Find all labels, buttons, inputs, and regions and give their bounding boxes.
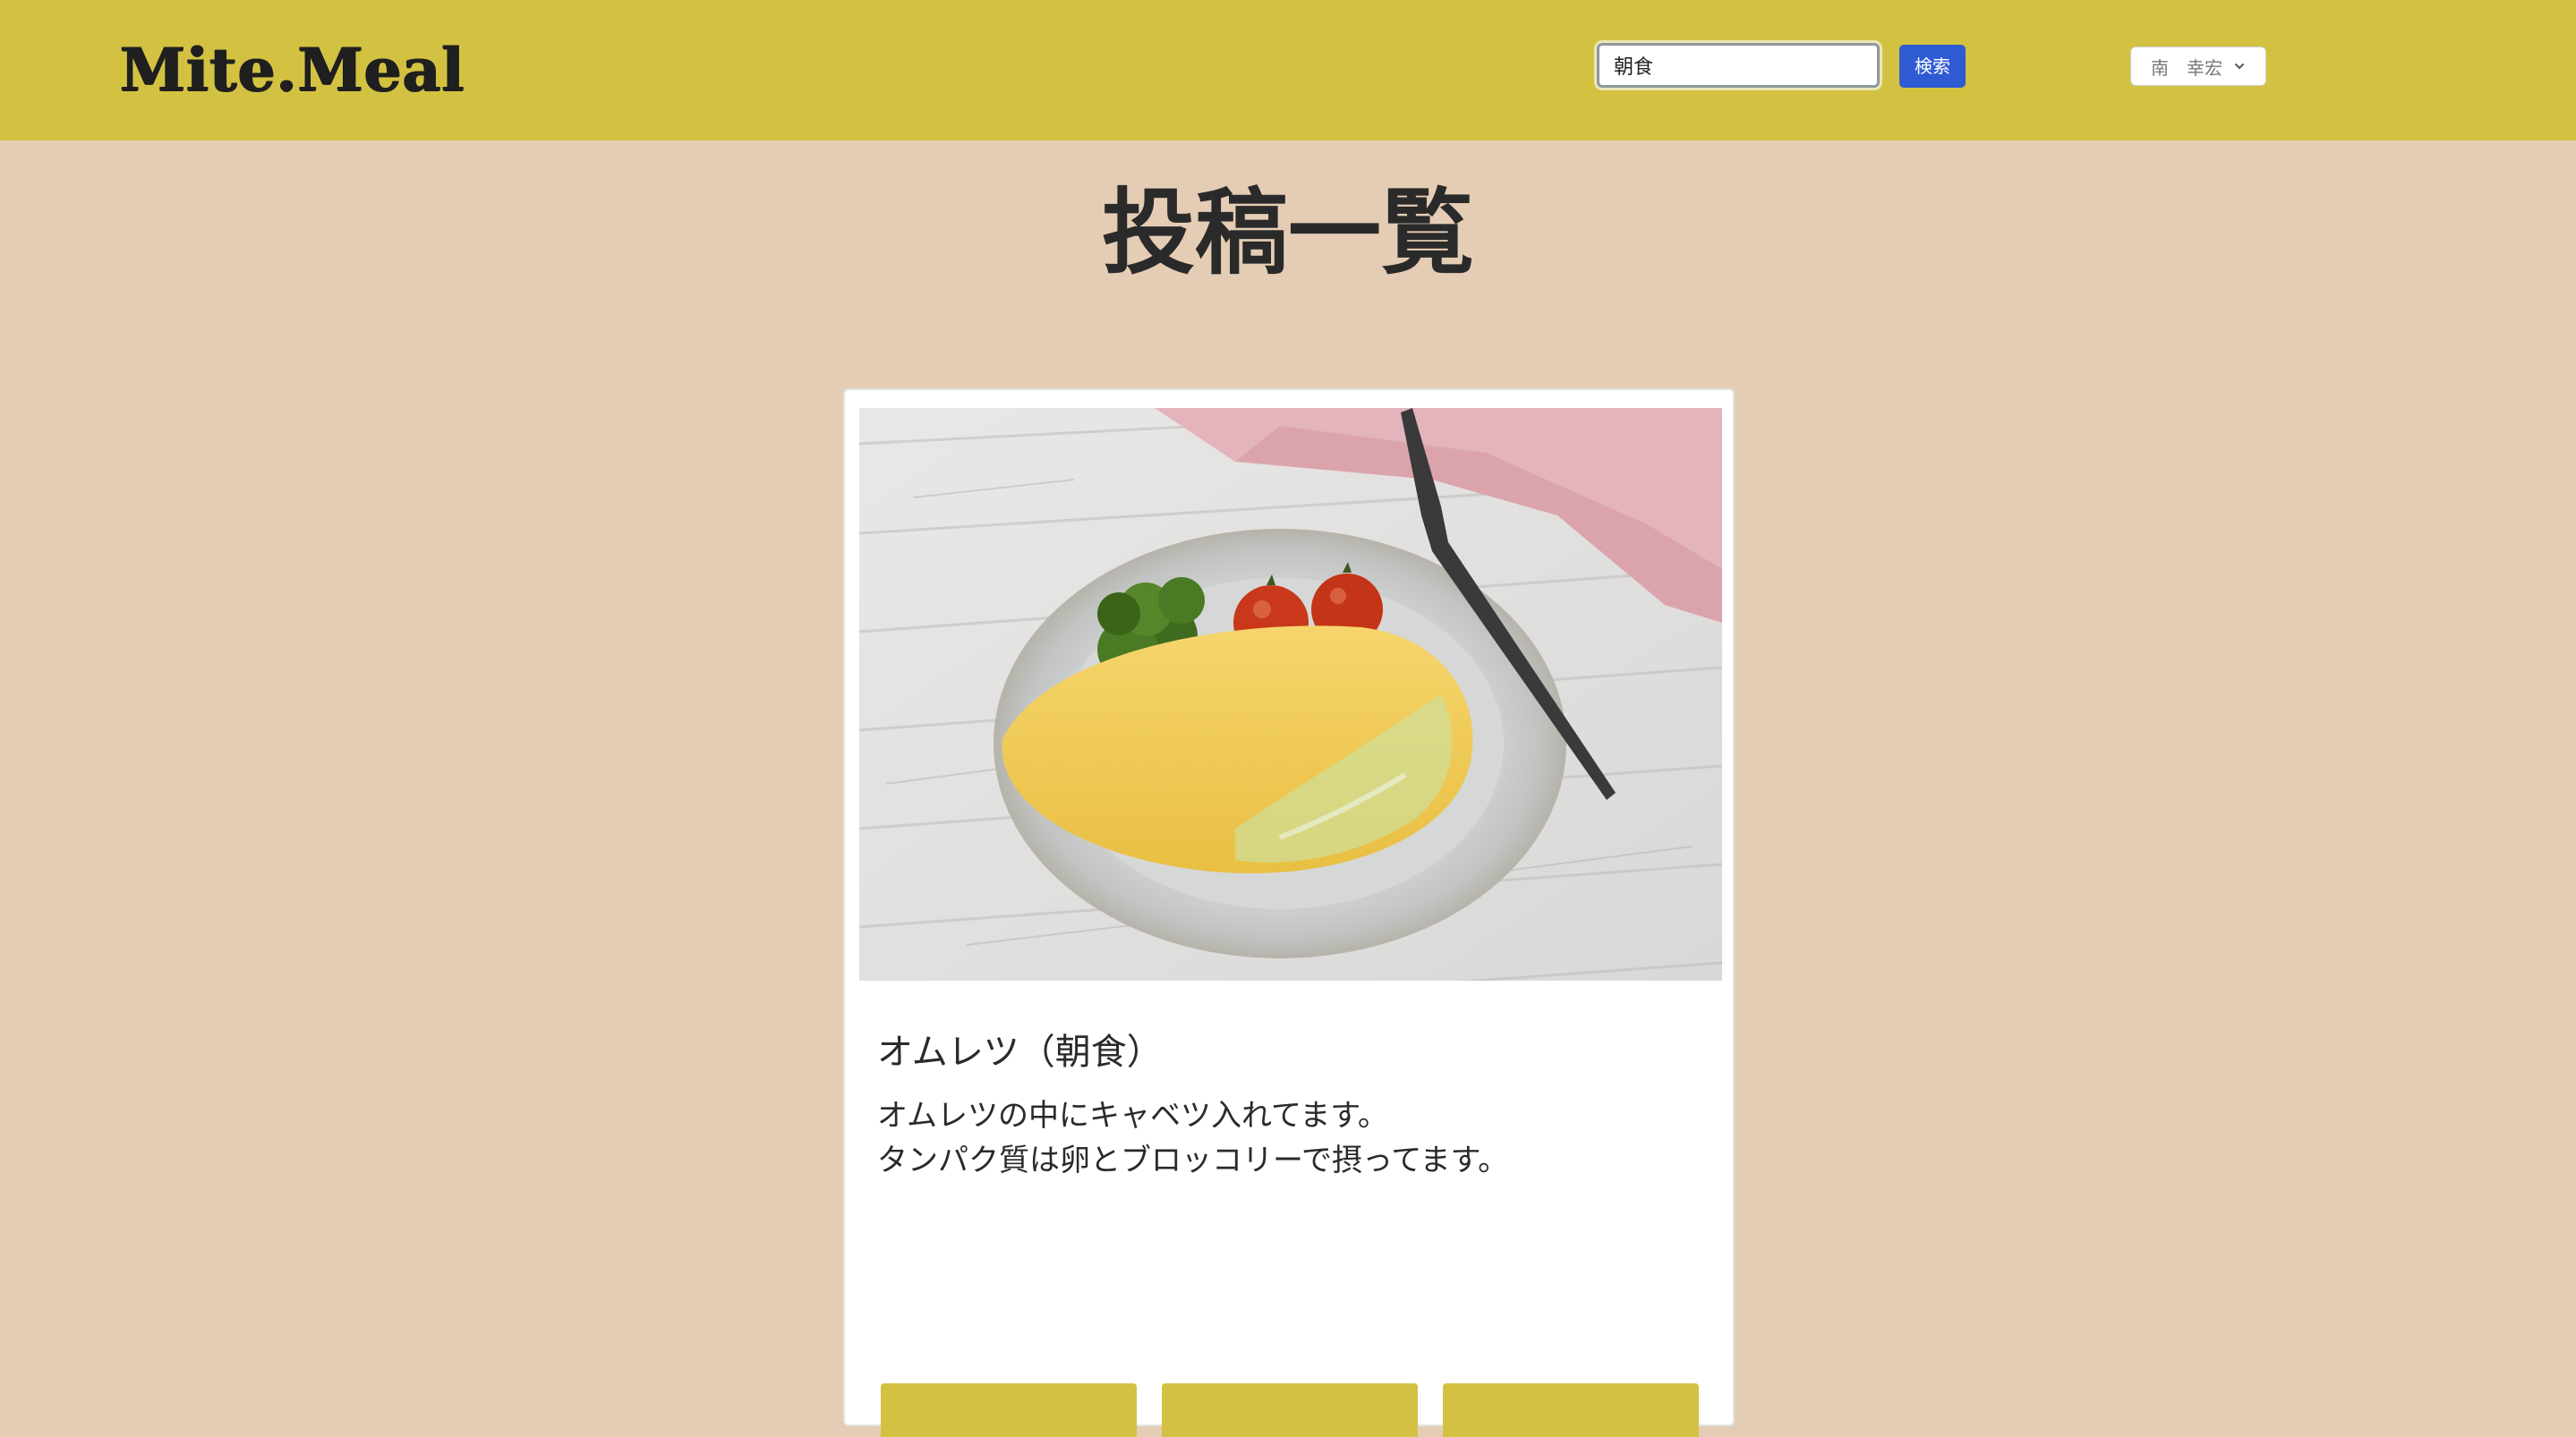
- chevron-down-icon: [2235, 64, 2244, 70]
- post-description: オムレツの中にキャベツ入れてます。 タンパク質は卵とブロッコリーで摂ってます。: [877, 1093, 1701, 1183]
- site-logo[interactable]: Mite.Meal: [120, 30, 465, 109]
- post-description-line: オムレツの中にキャベツ入れてます。: [877, 1098, 1388, 1134]
- navbar: Mite.Meal 検索 南 幸宏: [0, 0, 2576, 140]
- page-title: 投稿一覧: [1101, 178, 1474, 287]
- user-menu-dropdown[interactable]: 南 幸宏: [2130, 47, 2266, 86]
- post-card: オムレツ（朝食） オムレツの中にキャベツ入れてます。 タンパク質は卵とブロッコリ…: [843, 388, 1735, 1437]
- search-input[interactable]: [1594, 40, 1882, 90]
- post-image[interactable]: [859, 408, 1722, 981]
- post-description-line: タンパク質は卵とブロッコリーで摂ってます。: [877, 1143, 1509, 1178]
- post-title: オムレツ（朝食）: [877, 1032, 1163, 1073]
- user-name: 南 幸宏: [2151, 56, 2222, 79]
- search-button[interactable]: 検索: [1899, 45, 1966, 88]
- post-action-button-3[interactable]: [1443, 1383, 1699, 1437]
- post-action-button-1[interactable]: [881, 1383, 1137, 1437]
- post-action-button-2[interactable]: [1162, 1383, 1418, 1437]
